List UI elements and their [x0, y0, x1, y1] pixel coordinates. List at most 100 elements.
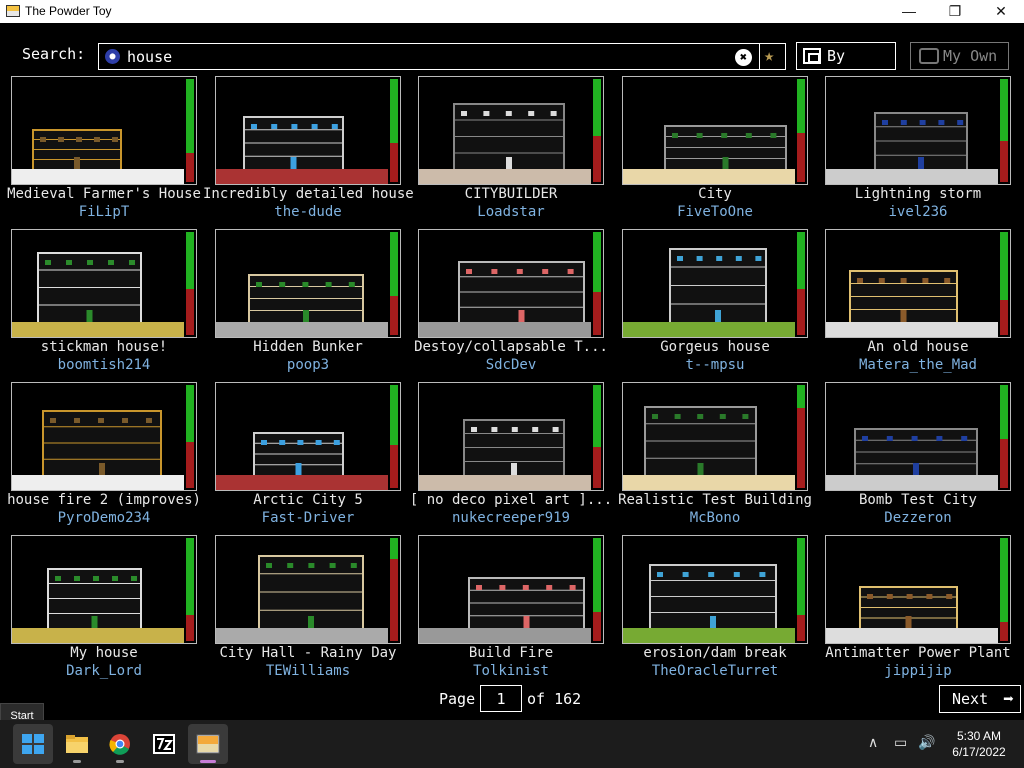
- save-author[interactable]: PyroDemo234: [0, 510, 209, 526]
- save-thumbnail[interactable]: [825, 535, 1011, 644]
- save-thumbnail[interactable]: [418, 382, 604, 491]
- save-card[interactable]: Incredibly detailed house the-dude: [203, 76, 413, 221]
- save-thumbnail[interactable]: [825, 382, 1011, 491]
- page-number-input[interactable]: [480, 685, 522, 712]
- save-thumbnail[interactable]: [418, 535, 604, 644]
- save-title[interactable]: Lightning storm: [813, 186, 1023, 202]
- save-card[interactable]: [ no deco pixel art ]... nukecreeper919: [410, 382, 612, 527]
- save-card[interactable]: City FiveToOne: [622, 76, 808, 221]
- maximize-button[interactable]: ❐: [932, 0, 978, 23]
- save-author[interactable]: jippijip: [813, 663, 1023, 679]
- save-author[interactable]: TEWilliams: [203, 663, 413, 679]
- file-explorer-button[interactable]: [57, 724, 97, 764]
- save-card[interactable]: An old house Matera_the_Mad: [825, 229, 1011, 374]
- save-card[interactable]: Antimatter Power Plant jippijip: [825, 535, 1011, 680]
- save-card[interactable]: Arctic City 5 Fast-Driver: [215, 382, 401, 527]
- save-thumbnail[interactable]: [11, 229, 197, 338]
- chrome-button[interactable]: [100, 724, 140, 764]
- save-title[interactable]: Build Fire: [406, 645, 616, 661]
- save-title[interactable]: Antimatter Power Plant: [813, 645, 1023, 661]
- save-title[interactable]: Bomb Test City: [813, 492, 1023, 508]
- save-card[interactable]: Build Fire Tolkinist: [418, 535, 604, 680]
- save-author[interactable]: ivel236: [813, 204, 1023, 220]
- network-icon[interactable]: ▭: [894, 734, 907, 751]
- start-button[interactable]: [13, 724, 53, 764]
- save-title[interactable]: My house: [0, 645, 209, 661]
- save-author[interactable]: the-dude: [203, 204, 413, 220]
- minimize-button[interactable]: —: [886, 0, 932, 23]
- save-title[interactable]: erosion/dam break: [610, 645, 820, 661]
- search-box[interactable]: ● ✖ ★: [98, 43, 786, 70]
- save-card[interactable]: Hidden Bunker poop3: [215, 229, 401, 374]
- save-card[interactable]: My house Dark_Lord: [11, 535, 197, 680]
- save-card[interactable]: Lightning storm ivel236: [825, 76, 1011, 221]
- save-author[interactable]: Matera_the_Mad: [813, 357, 1023, 373]
- save-thumbnail[interactable]: [418, 76, 604, 185]
- save-title[interactable]: Incredibly detailed house: [203, 186, 413, 202]
- save-card[interactable]: Destoy/collapsable T... SdcDev: [414, 229, 608, 374]
- save-title[interactable]: Gorgeus house: [610, 339, 820, 355]
- save-title[interactable]: City Hall - Rainy Day: [203, 645, 413, 661]
- save-card[interactable]: house fire 2 (improves) PyroDemo234: [7, 382, 201, 527]
- save-author[interactable]: Tolkinist: [406, 663, 616, 679]
- save-title[interactable]: house fire 2 (improves): [0, 492, 209, 508]
- save-author[interactable]: FiveToOne: [610, 204, 820, 220]
- save-author[interactable]: boomtish214: [0, 357, 209, 373]
- save-thumbnail[interactable]: [825, 229, 1011, 338]
- save-thumbnail[interactable]: [622, 382, 808, 491]
- save-card[interactable]: stickman house! boomtish214: [11, 229, 197, 374]
- save-card[interactable]: Gorgeus house t--mpsu: [622, 229, 808, 374]
- save-title[interactable]: Arctic City 5: [203, 492, 413, 508]
- save-thumbnail[interactable]: [622, 76, 808, 185]
- save-author[interactable]: nukecreeper919: [406, 510, 616, 526]
- sort-by-votes-button[interactable]: By votes: [796, 42, 896, 91]
- save-title[interactable]: Hidden Bunker: [203, 339, 413, 355]
- save-author[interactable]: Loadstar: [406, 204, 616, 220]
- save-thumbnail[interactable]: [215, 535, 401, 644]
- save-author[interactable]: FiLipT: [0, 204, 209, 220]
- save-title[interactable]: City: [610, 186, 820, 202]
- save-author[interactable]: TheOracleTurret: [610, 663, 820, 679]
- save-author[interactable]: Dark_Lord: [0, 663, 209, 679]
- next-page-button[interactable]: Next ➡: [939, 685, 1021, 713]
- save-thumbnail[interactable]: [11, 382, 197, 491]
- save-thumbnail[interactable]: [11, 535, 197, 644]
- save-title[interactable]: Realistic Test Building: [610, 492, 820, 508]
- save-thumbnail[interactable]: [418, 229, 604, 338]
- close-button[interactable]: ✕: [978, 0, 1024, 23]
- save-title[interactable]: CITYBUILDER: [406, 186, 616, 202]
- save-title[interactable]: Medieval Farmer's House: [0, 186, 209, 202]
- save-author[interactable]: Fast-Driver: [203, 510, 413, 526]
- save-thumbnail[interactable]: [215, 229, 401, 338]
- volume-icon[interactable]: 🔊: [918, 734, 935, 751]
- clock[interactable]: 5:30 AM 6/17/2022: [944, 728, 1014, 760]
- save-title[interactable]: Destoy/collapsable T...: [406, 339, 616, 355]
- save-card[interactable]: Bomb Test City Dezzeron: [825, 382, 1011, 527]
- clear-search-icon[interactable]: ✖: [735, 49, 752, 66]
- favorite-star-icon[interactable]: ★: [764, 46, 774, 66]
- save-card[interactable]: City Hall - Rainy Day TEWilliams: [215, 535, 401, 680]
- chevron-up-icon[interactable]: ∧: [868, 734, 878, 751]
- save-thumbnail[interactable]: [215, 382, 401, 491]
- save-title[interactable]: [ no deco pixel art ]...: [406, 492, 616, 508]
- save-card[interactable]: Realistic Test Building McBono: [618, 382, 812, 527]
- save-author[interactable]: McBono: [610, 510, 820, 526]
- save-author[interactable]: poop3: [203, 357, 413, 373]
- my-own-button[interactable]: My Own: [910, 42, 1009, 70]
- save-card[interactable]: erosion/dam break TheOracleTurret: [622, 535, 808, 680]
- save-thumbnail[interactable]: [215, 76, 401, 185]
- save-title[interactable]: stickman house!: [0, 339, 209, 355]
- save-thumbnail[interactable]: [825, 76, 1011, 185]
- save-title[interactable]: An old house: [813, 339, 1023, 355]
- window-title-bar[interactable]: The Powder Toy — ❐ ✕: [0, 0, 1024, 23]
- save-thumbnail[interactable]: [622, 535, 808, 644]
- save-author[interactable]: t--mpsu: [610, 357, 820, 373]
- save-author[interactable]: SdcDev: [406, 357, 616, 373]
- search-input[interactable]: [127, 45, 727, 68]
- 7zip-button[interactable]: [144, 724, 184, 764]
- save-thumbnail[interactable]: [622, 229, 808, 338]
- save-thumbnail[interactable]: [11, 76, 197, 185]
- powder-toy-taskbar-button[interactable]: [188, 724, 228, 764]
- save-card[interactable]: CITYBUILDER Loadstar: [418, 76, 604, 221]
- save-author[interactable]: Dezzeron: [813, 510, 1023, 526]
